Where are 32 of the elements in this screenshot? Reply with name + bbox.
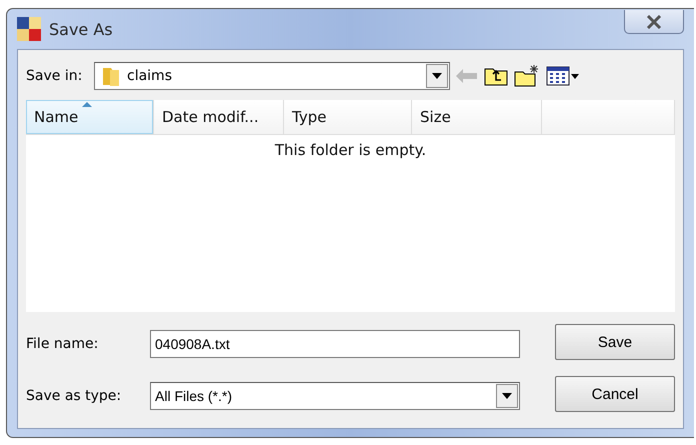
column-header[interactable]: Name — [26, 100, 154, 134]
new-folder-button[interactable] — [514, 65, 540, 87]
back-arrow-icon — [456, 69, 478, 83]
view-menu-button[interactable] — [546, 66, 580, 86]
app-icon — [17, 17, 41, 41]
empty-folder-message: This folder is empty. — [274, 141, 426, 159]
save-in-label: Save in: — [26, 68, 84, 84]
view-list-icon — [546, 66, 580, 86]
sort-arrow-icon — [82, 102, 92, 107]
column-header[interactable]: Type — [284, 100, 412, 134]
folder-up-icon — [484, 66, 508, 86]
up-folder-button[interactable] — [484, 66, 508, 86]
dropdown-button[interactable] — [496, 384, 518, 408]
close-button[interactable] — [624, 10, 684, 34]
folder-dropdown[interactable]: claims — [94, 62, 450, 90]
file-name-label: File name: — [26, 336, 100, 352]
folder-name: claims — [126, 68, 173, 84]
cancel-button[interactable]: Cancel — [555, 376, 675, 412]
file-type-value: All Files (*.*) — [154, 388, 234, 404]
dropdown-button[interactable] — [426, 64, 448, 88]
file-type-dropdown[interactable]: All Files (*.*) — [150, 382, 520, 410]
folder-icon — [101, 65, 121, 87]
close-icon — [646, 14, 662, 28]
column-header[interactable]: Size — [412, 100, 542, 134]
caret-icon — [432, 73, 442, 79]
column-header[interactable]: Date modif... — [154, 100, 284, 134]
new-folder-icon — [514, 65, 540, 87]
window-title: Save As — [49, 20, 113, 38]
file-name-field[interactable]: 040908A.txt — [150, 330, 520, 358]
caret-icon — [502, 393, 512, 399]
save-as-type-label: Save as type: — [26, 388, 122, 404]
save-button[interactable]: Save — [555, 324, 675, 360]
